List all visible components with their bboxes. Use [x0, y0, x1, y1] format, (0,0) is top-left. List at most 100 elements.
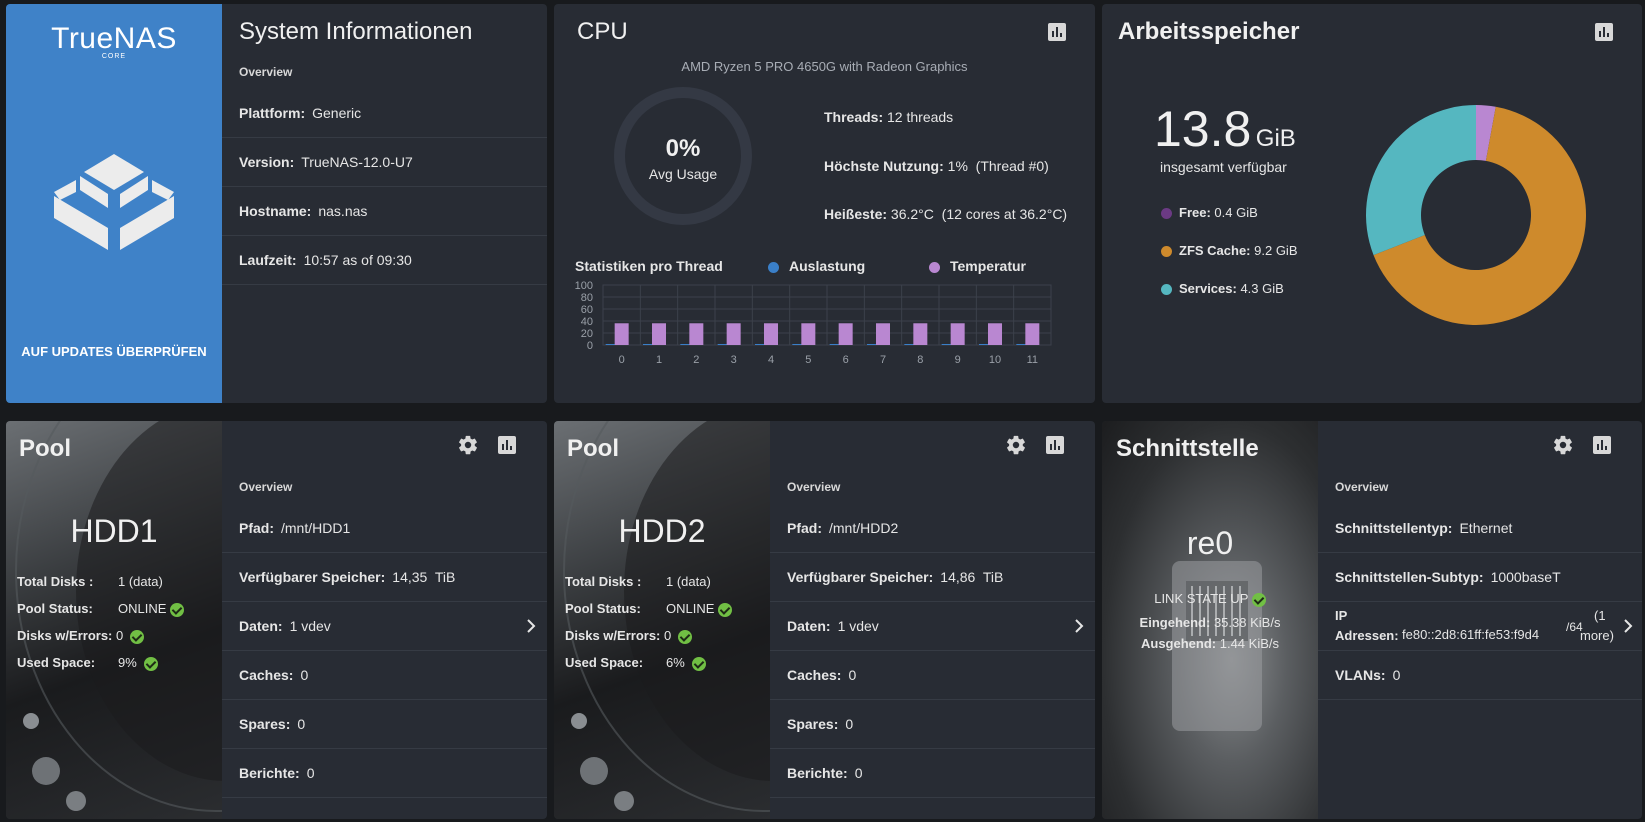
- zfs-cache-label: ZFS Cache:: [1179, 243, 1251, 258]
- temperature-bar: [614, 323, 629, 345]
- cpu-usage-label: Avg Usage: [648, 166, 718, 182]
- chart-xtick-label: 11: [1027, 354, 1038, 366]
- interface-name: re0: [1186, 525, 1234, 561]
- ip-label-line-1: IP: [1335, 608, 1348, 623]
- truenas-emblem-icon: [54, 154, 174, 250]
- reports-value: 0: [306, 765, 315, 781]
- traffic-in-value: 35.38 KiB/s: [1213, 615, 1281, 630]
- memory-legend-services: Services: 4.3 GiB: [1161, 281, 1284, 296]
- pool-title: Pool: [567, 435, 619, 462]
- traffic-out: Ausgehend: 1.44 KiB/s: [1102, 636, 1318, 651]
- chart-ytick-label: 40: [581, 316, 593, 328]
- data-row[interactable]: Daten: 1 vdev: [770, 602, 1095, 651]
- cpu-max-usage: Höchste Nutzung: 1% (Thread #0): [824, 158, 1049, 174]
- legend-temperature-dot: [929, 261, 940, 273]
- cpu-report-icon[interactable]: [1043, 18, 1071, 46]
- spares-value: 0: [845, 716, 854, 732]
- truenas-branding-panel: TrueNAS CORE AUF UPDATES ÜBERPRÜFEN: [6, 4, 222, 403]
- cpu-card: CPU AMD Ryzen 5 PRO 4650G with Radeon Gr…: [554, 4, 1095, 403]
- path-label: Pfad:: [787, 520, 822, 536]
- cpu-threads-label: Threads:: [824, 109, 884, 125]
- pool-used-space: Used Space:: [565, 655, 643, 670]
- spares-row: Spares: 0: [222, 700, 547, 749]
- caches-label: Caches:: [787, 667, 842, 683]
- platform-value: Generic: [312, 105, 362, 121]
- memory-total-label: insgesamt verfügbar: [1160, 159, 1287, 175]
- check-updates-button[interactable]: AUF UPDATES ÜBERPRÜFEN: [6, 344, 222, 359]
- pool-settings-gear-icon[interactable]: [1002, 431, 1030, 459]
- chart-xtick-label: 10: [989, 354, 1001, 366]
- cpu-title: CPU: [577, 18, 628, 45]
- available-space-value: 14,35 TiB: [392, 569, 456, 585]
- legend-usage: Auslastung: [768, 258, 865, 274]
- hostname-row: Hostname: nas.nas: [222, 187, 547, 236]
- total-disks-label: Total Disks :: [17, 574, 94, 589]
- interface-subtype-value: 1000baseT: [1490, 569, 1561, 585]
- disk-image: [6, 421, 222, 819]
- zfs-cache-dot: [1161, 246, 1172, 258]
- interface-subtype-row: Schnittstellen-Subtyp: 1000baseT: [1318, 553, 1642, 602]
- memory-title: Arbeitsspeicher: [1118, 18, 1300, 45]
- chart-xtick-label: 9: [955, 354, 961, 366]
- platform-label: Plattform:: [239, 105, 306, 121]
- pool-status-label: Pool Status:: [17, 601, 93, 616]
- memory-report-icon[interactable]: [1590, 18, 1618, 46]
- truenas-logo-subtext: CORE: [101, 53, 127, 60]
- errors-ok-icon: [678, 629, 693, 644]
- pool-report-icon[interactable]: [1041, 431, 1069, 459]
- pool-status-value: ONLINE: [118, 601, 185, 617]
- path-row: Pfad: /mnt/HDD2: [770, 504, 1095, 553]
- ip-more-line-2: more): [1580, 628, 1614, 643]
- pool-settings-gear-icon[interactable]: [454, 431, 482, 459]
- pool-status-text: ONLINE: [666, 601, 715, 616]
- temperature-bar: [876, 323, 890, 345]
- chevron-right-icon[interactable]: [525, 619, 537, 633]
- data-row[interactable]: Daten: 1 vdev: [222, 602, 547, 651]
- ip-addresses-label: IP Adressen:: [1335, 606, 1399, 646]
- chart-xtick-label: 4: [768, 354, 774, 366]
- interface-settings-gear-icon[interactable]: [1549, 431, 1577, 459]
- pool-card-hdd1: Pool HDD1 Total Disks : 1 (data) Pool St…: [6, 421, 547, 819]
- temperature-bar: [950, 323, 965, 345]
- interface-overview-label: Overview: [1335, 480, 1389, 494]
- used-space-text: 9%: [118, 655, 137, 670]
- link-up-icon: [1251, 592, 1266, 607]
- hostname-value: nas.nas: [318, 203, 368, 219]
- traffic-out-label: Ausgehend:: [1140, 636, 1217, 651]
- services-dot: [1161, 284, 1172, 296]
- total-disks-label: Total Disks :: [565, 574, 642, 589]
- available-space-label: Verfügbarer Speicher:: [787, 569, 934, 585]
- memory-donut-chart: [1366, 105, 1586, 325]
- chevron-right-icon[interactable]: [1622, 619, 1634, 633]
- cpu-threads: Threads: 12 threads: [824, 109, 953, 125]
- interface-report-icon[interactable]: [1588, 431, 1616, 459]
- reports-value: 0: [854, 765, 863, 781]
- free-label: Free:: [1179, 205, 1211, 220]
- version-label: Version:: [239, 154, 295, 170]
- chart-ytick-label: 60: [581, 304, 593, 316]
- ip-label-line-2: Adressen:: [1335, 628, 1399, 643]
- used-space-text: 6%: [666, 655, 685, 670]
- per-thread-stats-title: Statistiken pro Thread: [575, 258, 723, 274]
- memory-legend-zfs-cache: ZFS Cache: 9.2 GiB: [1161, 243, 1298, 258]
- pool-status: Pool Status:: [565, 601, 641, 616]
- services-value: 4.3 GiB: [1240, 281, 1284, 296]
- pool-overview-label: Overview: [239, 480, 293, 494]
- version-row: Version: TrueNAS-12.0-U7: [222, 138, 547, 187]
- disks-errors-label: Disks w/Errors:: [565, 628, 661, 643]
- spares-value: 0: [297, 716, 306, 732]
- ip-addresses-row[interactable]: IP Adressen: fe80::2d8:61ff:fe53:f9d4 /6…: [1318, 602, 1642, 651]
- chevron-right-icon[interactable]: [1073, 619, 1085, 633]
- memory-total: 13.8 GiB: [1154, 100, 1296, 158]
- pool-status-value: ONLINE: [666, 601, 733, 617]
- temperature-bar: [988, 323, 1002, 345]
- uptime-row: Laufzeit: 10:57 as of 09:30: [222, 236, 547, 285]
- temperature-bar: [764, 323, 778, 345]
- pool-name: HDD2: [618, 513, 706, 549]
- donut-slice: [1366, 105, 1476, 256]
- pool-report-icon[interactable]: [493, 431, 521, 459]
- cpu-threads-value: 12 threads: [887, 109, 954, 125]
- traffic-in-label: Eingehend:: [1139, 615, 1211, 630]
- pool-total-disks-value: 1 (data): [666, 574, 711, 589]
- pool-card-hdd2: Pool HDD2 Total Disks : 1 (data) Pool St…: [554, 421, 1095, 819]
